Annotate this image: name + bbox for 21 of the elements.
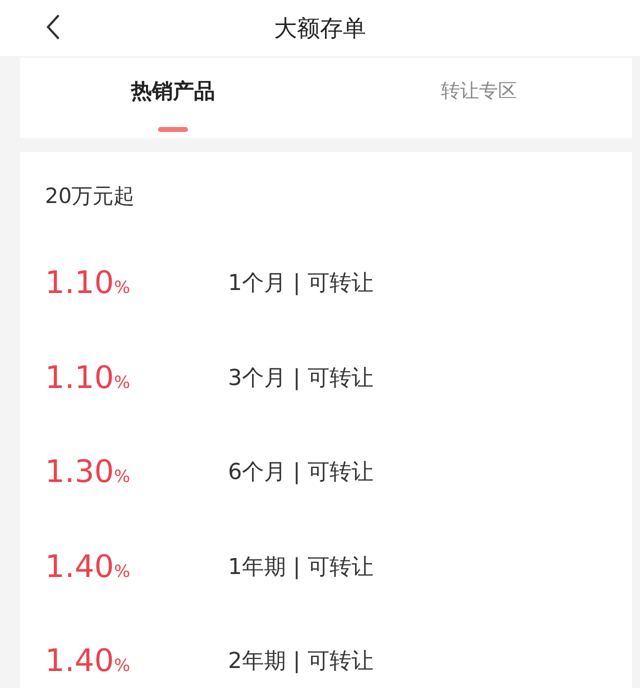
tab[interactable]: 转让专区 xyxy=(326,58,632,138)
rate-unit: % xyxy=(114,278,130,298)
rate-unit: % xyxy=(114,372,130,393)
interest-rate: 1.40 xyxy=(45,548,114,585)
page-title: 大额存单 xyxy=(274,14,366,44)
product-term: 2年期 | 可转让 xyxy=(228,648,374,676)
back-icon[interactable] xyxy=(46,14,60,40)
interest-rate: 1.30 xyxy=(45,454,114,490)
section-title: 20万元起 xyxy=(45,183,136,210)
product-term: 1年期 | 可转让 xyxy=(228,554,374,582)
product-term: 6个月 | 可转让 xyxy=(228,459,374,488)
tab[interactable]: 热销产品 xyxy=(20,58,326,138)
product-term: 1个月 | 可转让 xyxy=(228,270,374,298)
product-term: 3个月 | 可转让 xyxy=(228,364,374,393)
tab-indicator xyxy=(158,127,188,132)
rate-unit: % xyxy=(114,467,130,488)
interest-rate: 1.10 xyxy=(45,360,114,396)
interest-rate: 1.10 xyxy=(45,265,114,302)
interest-rate: 1.40 xyxy=(45,643,114,680)
rate-unit: % xyxy=(114,656,130,676)
rate-unit: % xyxy=(114,562,130,582)
